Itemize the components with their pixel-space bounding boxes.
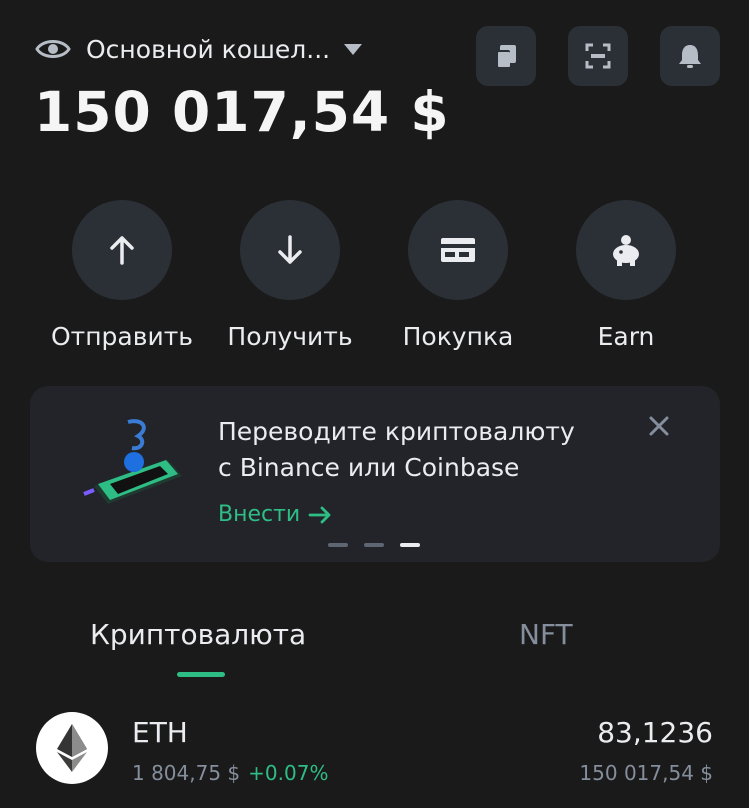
receive-button[interactable] (240, 200, 340, 300)
active-tab-indicator (177, 672, 225, 677)
arrow-up-icon (110, 236, 134, 265)
deposit-label: Внести (218, 502, 301, 527)
banner-message: Переводите криптовалюту с Binance или Co… (218, 414, 618, 486)
arrow-down-icon (278, 235, 302, 264)
asset-symbol[interactable]: ETH (132, 716, 188, 749)
banner-line-2: с Binance или Coinbase (218, 453, 520, 482)
asset-change: +0.07% (248, 761, 329, 785)
copy-icon (496, 45, 516, 68)
carousel-dot-active[interactable] (400, 543, 420, 547)
close-icon[interactable] (648, 410, 670, 445)
earn-label: Earn (597, 322, 655, 351)
asset-price: 1 804,75 $ (132, 761, 241, 785)
wallet-name[interactable]: Основной кошел... (86, 35, 330, 64)
eye-icon[interactable] (34, 30, 72, 68)
earn-action[interactable]: Earn (546, 200, 706, 351)
tab-crypto[interactable]: Криптовалюта (90, 618, 306, 651)
eth-icon (36, 712, 108, 784)
asset-fiat-value: 150 017,54 $ (579, 761, 713, 785)
asset-amount: 83,1236 (597, 716, 713, 749)
carousel-dot[interactable] (328, 543, 348, 547)
buy-label: Покупка (402, 322, 514, 351)
receive-label: Получить (227, 322, 353, 351)
deposit-link[interactable]: Внести (218, 502, 332, 527)
arrow-right-icon (308, 506, 331, 523)
banner-line-1: Переводите криптовалюту (218, 417, 575, 446)
send-button[interactable] (72, 200, 172, 300)
total-balance: 150 017,54 $ (34, 80, 450, 144)
earn-button[interactable] (576, 200, 676, 300)
notifications-button[interactable] (660, 26, 720, 86)
scan-icon (585, 43, 611, 69)
carousel-dot[interactable] (364, 543, 384, 547)
copy-button[interactable] (476, 26, 536, 86)
piggy-bank-icon (613, 235, 639, 266)
buy-action[interactable]: Покупка (378, 200, 538, 351)
asset-price-line: 1 804,75 $ +0.07% (132, 761, 328, 785)
wallet-selector[interactable]: Основной кошел... (34, 30, 363, 68)
send-label: Отправить (50, 322, 194, 351)
receive-action[interactable]: Получить (210, 200, 370, 351)
carousel-indicator (328, 543, 420, 547)
bell-icon (679, 45, 701, 68)
phone-illustration-icon (83, 419, 182, 504)
tab-nft[interactable]: NFT (519, 618, 573, 651)
scan-button[interactable] (568, 26, 628, 86)
chevron-down-icon[interactable] (344, 43, 363, 55)
buy-button[interactable] (408, 200, 508, 300)
send-action[interactable]: Отправить (42, 200, 202, 351)
promo-banner[interactable]: Переводите криптовалюту с Binance или Co… (30, 386, 720, 562)
card-icon (441, 238, 475, 262)
